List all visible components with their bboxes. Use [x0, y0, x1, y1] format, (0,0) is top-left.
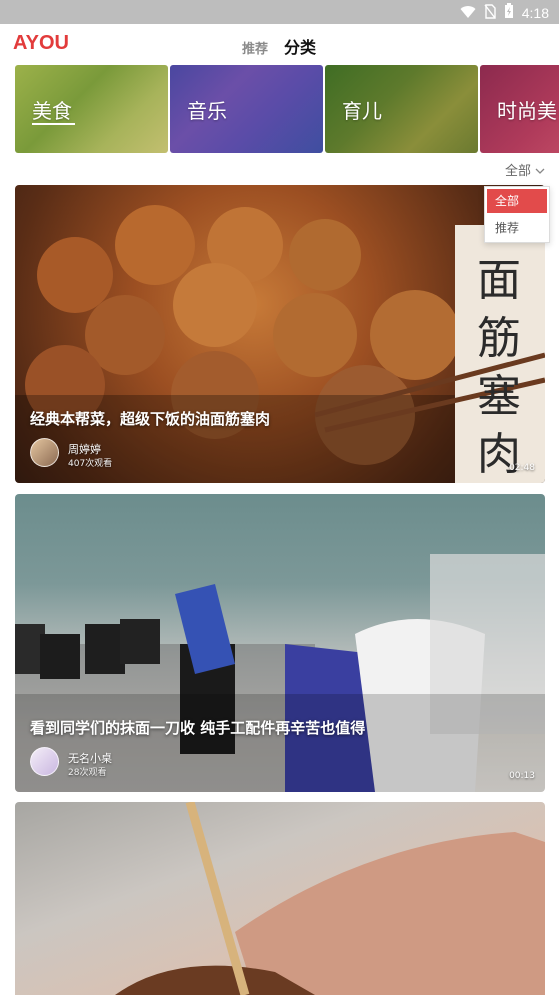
filter-select[interactable]: 全部	[505, 160, 545, 179]
video-duration: 02:48	[509, 463, 535, 473]
category-label: 育儿	[342, 99, 382, 123]
category-selected-underline	[32, 123, 75, 125]
tab-category[interactable]: 分类	[284, 34, 316, 58]
thumbnail-overlay-char: 面	[477, 255, 521, 306]
video-thumbnail	[15, 554, 545, 792]
filter-option-recommend[interactable]: 推荐	[485, 215, 549, 242]
video-thumbnail: 面筋塞肉	[15, 205, 545, 483]
status-time: 4:18	[521, 5, 549, 21]
video-card[interactable]	[15, 802, 545, 995]
video-title: 看到同学们的抹面一刀收 纯手工配件再辛苦也值得	[30, 719, 366, 737]
author-name: 无名小桌	[68, 752, 112, 765]
thumbnail-overlay-char: 塞	[477, 371, 521, 422]
video-title: 经典本帮菜，超级下饭的油面筋塞肉	[30, 410, 271, 428]
status-bar: 4:18	[0, 0, 559, 24]
wifi-icon	[460, 4, 476, 23]
tab-recommend[interactable]: 推荐	[242, 38, 268, 57]
view-count: 407次观看	[68, 459, 113, 469]
filter-option-all[interactable]: 全部	[487, 189, 547, 213]
category-tile-parenting[interactable]: 育儿	[325, 65, 478, 153]
sim-off-icon	[484, 3, 496, 23]
category-label: 美食	[32, 99, 72, 123]
view-count: 28次观看	[68, 768, 107, 778]
author-name: 周婷婷	[68, 443, 101, 456]
video-thumbnail	[115, 802, 545, 995]
video-card[interactable]: 面筋塞肉 经典本帮菜，超级下饭的油面筋塞肉 周婷婷 407次观看 02:48	[15, 185, 545, 483]
top-tabs: 推荐 分类	[242, 34, 316, 58]
video-card[interactable]: 看到同学们的抹面一刀收 纯手工配件再辛苦也值得 无名小桌 28次观看 00:13	[15, 494, 545, 792]
app-logo: AYOU	[13, 32, 69, 54]
video-duration: 00:13	[509, 771, 535, 781]
battery-charging-icon	[504, 3, 514, 23]
filter-dropdown: 全部 推荐	[484, 186, 550, 243]
category-tile-fashion[interactable]: 时尚美	[480, 65, 559, 153]
avatar[interactable]	[30, 747, 59, 776]
avatar[interactable]	[30, 438, 59, 467]
category-label: 音乐	[187, 99, 227, 123]
top-bar: AYOU 推荐 分类	[0, 24, 559, 64]
thumbnail-overlay-char: 筋	[477, 313, 521, 364]
category-tile-music[interactable]: 音乐	[170, 65, 323, 153]
filter-selected-label: 全部	[504, 164, 531, 179]
category-tile-food[interactable]: 美食	[15, 65, 168, 153]
category-label: 时尚美	[497, 99, 557, 123]
chevron-down-icon	[535, 160, 545, 179]
category-strip: 美食 音乐 育儿 时尚美	[15, 65, 559, 153]
